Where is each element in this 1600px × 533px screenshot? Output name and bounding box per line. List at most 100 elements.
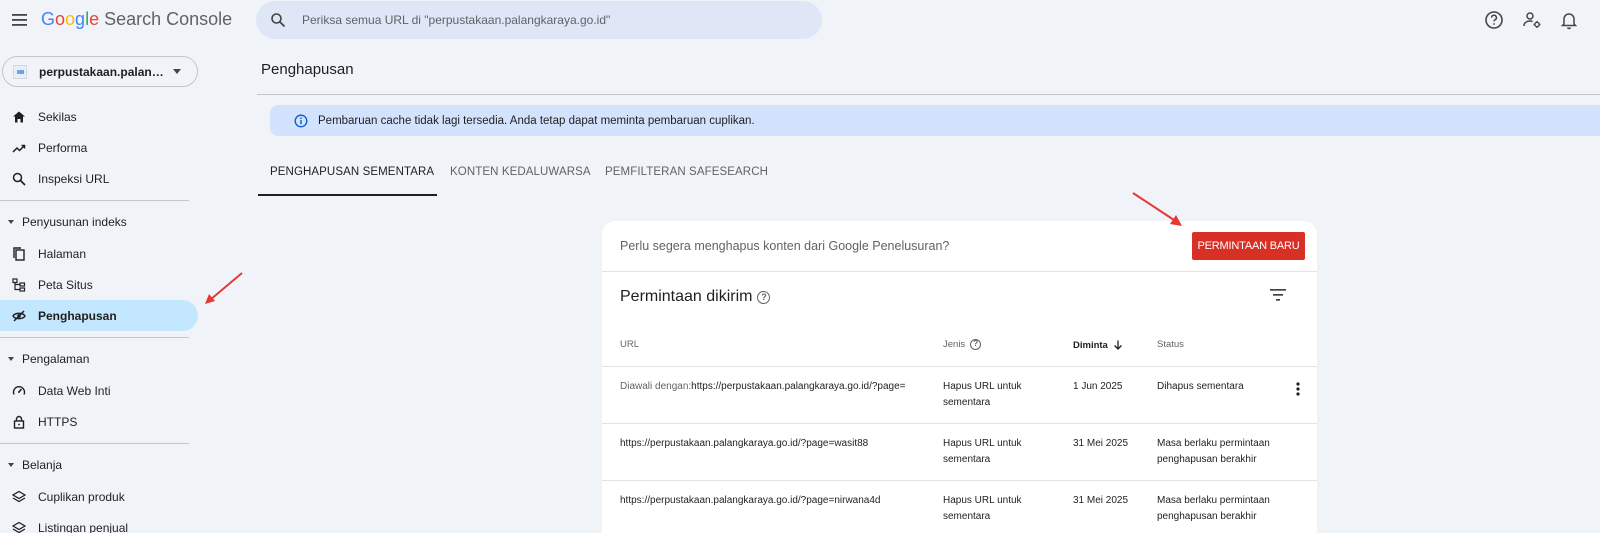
annotation-arrow-icon <box>205 272 243 304</box>
info-icon <box>294 114 308 127</box>
column-header-url[interactable]: URL <box>620 339 639 350</box>
sidebar-item-performa[interactable]: Performa <box>0 132 198 163</box>
sidebar-item-label: Sekilas <box>38 109 77 124</box>
trending-icon <box>12 144 26 153</box>
info-banner: Pembaruan cache tidak lagi tersedia. And… <box>270 105 1600 136</box>
header-divider <box>257 94 1600 95</box>
column-header-jenis[interactable]: Jenis? <box>943 339 982 350</box>
sidebar-item-label: Inspeksi URL <box>38 171 110 186</box>
help-icon[interactable]: ? <box>757 290 771 304</box>
sidebar-item-inspeksi-url[interactable]: Inspeksi URL <box>0 163 198 194</box>
sidebar-divider <box>0 443 189 444</box>
help-icon[interactable]: ? <box>970 339 982 350</box>
sidebar-section-shopping[interactable]: Belanja <box>0 453 198 477</box>
search-input[interactable] <box>302 1 802 39</box>
status-text: Masa berlaku permintaan <box>1157 438 1270 449</box>
sidebar-section-index[interactable]: Penyusunan indeks <box>0 210 198 234</box>
collapse-arrow-icon <box>8 357 14 361</box>
url-inspection-search[interactable] <box>256 1 822 39</box>
sidebar-item-cuplikan-produk[interactable]: Cuplikan produk <box>0 481 198 512</box>
row-divider <box>602 423 1317 424</box>
status-text: penghapusan berakhir <box>1157 510 1257 522</box>
type-text: Hapus URL untuk <box>943 438 1022 449</box>
requests-title-text: Permintaan dikirim <box>620 288 753 305</box>
date-cell: 31 Mei 2025 <box>1073 495 1129 506</box>
date-cell: 31 Mei 2025 <box>1073 438 1129 449</box>
sidebar-item-label: Data Web Inti <box>38 383 111 398</box>
speed-icon <box>12 385 26 395</box>
sidebar-item-penghapusan[interactable]: Penghapusan <box>0 300 198 331</box>
tab-penghapusan-sementara[interactable]: PENGHAPUSAN SEMENTARA <box>258 158 437 196</box>
more-vert-icon[interactable] <box>1290 381 1306 397</box>
column-header-diminta[interactable]: Diminta <box>1073 339 1124 351</box>
url-text: https://perpustakaan.palangkaraya.go.id/… <box>620 438 869 449</box>
tab-pemfilteran-safesearch[interactable]: PEMFILTERAN SAFESEARCH <box>605 158 768 196</box>
tab-label: KONTEN KEDALUWARSA <box>450 166 591 178</box>
sidebar-item-listingan-penjual[interactable]: Listingan penjual <box>0 512 198 533</box>
pages-icon <box>13 246 25 261</box>
page-title: Penghapusan <box>261 61 354 78</box>
sidebar-item-label: Performa <box>38 140 88 155</box>
sidebar-item-label: Peta Situs <box>38 277 93 292</box>
tab-konten-kedaluwarsa[interactable]: KONTEN KEDALUWARSA <box>450 158 591 196</box>
new-request-button[interactable]: PERMINTAAN BARU <box>1192 232 1305 260</box>
sidebar-section-label: Penyusunan indeks <box>22 215 127 229</box>
layers-icon <box>12 521 26 533</box>
status-text: penghapusan berakhir <box>1157 453 1257 465</box>
sidebar-item-sekilas[interactable]: Sekilas <box>0 101 198 132</box>
sort-descending-icon <box>1113 340 1122 350</box>
site-favicon-icon <box>13 64 27 79</box>
removal-requests-card: Perlu segera menghapus konten dari Googl… <box>602 221 1317 533</box>
sidebar-divider <box>0 337 189 338</box>
search-icon <box>12 172 26 186</box>
property-label: perpustakaan.palangkaraya.go.id <box>39 64 165 79</box>
dropdown-caret-icon <box>173 69 181 74</box>
sidebar-divider <box>0 200 189 201</box>
type-text: sementara <box>943 510 991 522</box>
type-cell: Hapus URL untuk sementara <box>943 436 1022 467</box>
sidebar-item-peta-situs[interactable]: Peta Situs <box>0 269 198 300</box>
type-text: Hapus URL untuk <box>943 381 1022 392</box>
lock-icon <box>13 415 25 429</box>
search-console-logo[interactable]: Google Search Console <box>41 9 232 30</box>
requests-title: Permintaan dikirim ? <box>620 288 771 306</box>
sidebar-section-experience[interactable]: Pengalaman <box>0 347 198 371</box>
filter-icon[interactable] <box>1268 285 1288 305</box>
hamburger-menu-icon[interactable] <box>10 10 30 30</box>
url-cell: Diawali dengan:https://perpustakaan.pala… <box>620 379 906 395</box>
status-cell: Masa berlaku permintaan penghapusan berak… <box>1157 493 1270 524</box>
type-text: Hapus URL untuk <box>943 495 1022 506</box>
date-cell: 1 Jun 2025 <box>1073 381 1123 392</box>
status-cell: Masa berlaku permintaan penghapusan berak… <box>1157 436 1270 467</box>
type-text: sementara <box>943 396 991 408</box>
visibility-off-icon <box>12 309 26 322</box>
url-cell: https://perpustakaan.palangkaraya.go.id/… <box>620 436 868 452</box>
banner-text: Pembaruan cache tidak lagi tersedia. And… <box>318 114 755 127</box>
status-text: Masa berlaku permintaan <box>1157 495 1270 506</box>
collapse-arrow-icon <box>8 220 14 224</box>
url-prefix: Diawali dengan: <box>620 381 692 392</box>
column-header-label: Status <box>1157 339 1184 350</box>
notifications-icon[interactable] <box>1558 9 1580 31</box>
type-cell: Hapus URL untuk sementara <box>943 379 1022 410</box>
property-selector[interactable]: perpustakaan.palangkaraya.go.id <box>2 56 198 87</box>
sidebar-item-label: HTTPS <box>38 414 78 429</box>
help-icon[interactable] <box>1483 9 1505 31</box>
sidebar-item-data-web-inti[interactable]: Data Web Inti <box>0 375 198 406</box>
url-cell: https://perpustakaan.palangkaraya.go.id/… <box>620 493 880 509</box>
sidebar-item-label: Listingan penjual <box>38 520 129 533</box>
column-header-label: Jenis <box>943 339 966 350</box>
admin-settings-icon[interactable] <box>1521 9 1543 31</box>
home-icon <box>13 111 25 122</box>
url-text: https://perpustakaan.palangkaraya.go.id/… <box>620 495 881 506</box>
sidebar-item-halaman[interactable]: Halaman <box>0 238 198 269</box>
column-header-label: URL <box>620 339 640 350</box>
type-cell: Hapus URL untuk sementara <box>943 493 1022 524</box>
column-header-status[interactable]: Status <box>1157 339 1184 350</box>
sidebar-section-label: Pengalaman <box>22 352 90 366</box>
search-icon <box>271 13 286 28</box>
sidebar-item-https[interactable]: HTTPS <box>0 406 198 437</box>
sidebar-section-label: Belanja <box>22 458 63 472</box>
layers-icon <box>12 490 26 502</box>
row-divider <box>602 366 1317 367</box>
